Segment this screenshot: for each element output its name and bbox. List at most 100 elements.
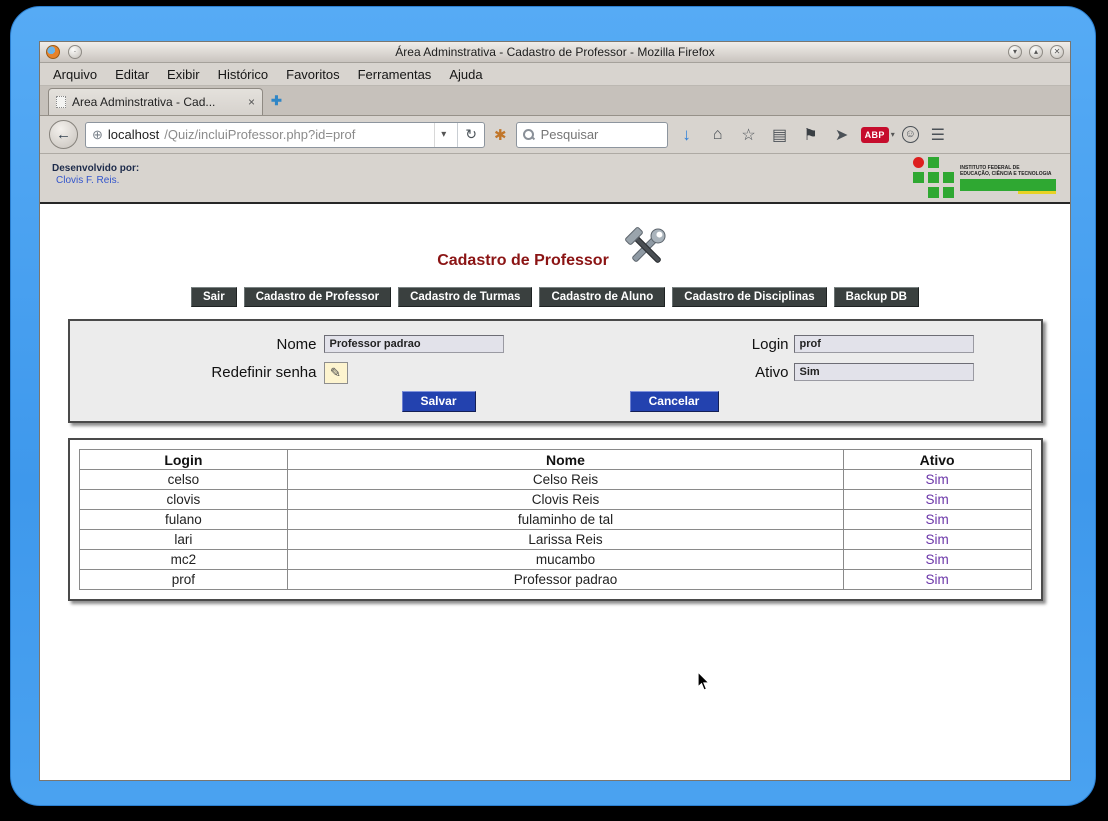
tools-icon	[624, 227, 666, 263]
nome-label: Nome	[276, 336, 317, 353]
cell-ativo-link[interactable]: Sim	[842, 489, 1032, 510]
salvar-button[interactable]: Salvar	[401, 391, 476, 412]
cell-login: fulano	[78, 509, 289, 530]
cell-nome: Celso Reis	[287, 469, 844, 490]
page-content: Cadastro de Professor Sair Cadastro de P…	[40, 204, 1070, 780]
professor-table-panel: Login Nome Ativo celso Celso Reis Sim cl…	[67, 438, 1043, 601]
nav-cadastro-turmas-button[interactable]: Cadastro de Turmas	[398, 287, 533, 307]
feedback-smiley-icon[interactable]: ☺	[901, 126, 919, 143]
adblock-badge[interactable]: ABP	[860, 126, 889, 143]
professor-table: Login Nome Ativo celso Celso Reis Sim cl…	[78, 449, 1032, 590]
cell-login: prof	[78, 569, 289, 590]
menu-historico[interactable]: Histórico	[209, 65, 278, 84]
cell-ativo-link[interactable]: Sim	[842, 469, 1032, 490]
ativo-input[interactable]	[793, 363, 974, 381]
pocket-icon[interactable]: ⚑	[799, 125, 823, 145]
tab-bar: Area Adminstrativa - Cad... × ✚	[40, 86, 1070, 116]
developed-by-label: Desenvolvido por:	[52, 163, 140, 174]
cell-ativo-link[interactable]: Sim	[842, 509, 1032, 530]
window-titlebar[interactable]: Área Adminstrativa - Cadastro de Profess…	[40, 42, 1070, 63]
cell-nome: mucambo	[287, 549, 844, 570]
adblock-button[interactable]: ABP ▾	[860, 126, 895, 143]
browser-window: Área Adminstrativa - Cadastro de Profess…	[39, 41, 1071, 781]
institute-logo: INSTITUTO FEDERAL DE EDUCAÇÃO, CIÊNCIA E…	[913, 157, 1056, 199]
url-host: localhost	[107, 127, 160, 142]
menu-bar: Arquivo Editar Exibir Histórico Favorito…	[40, 63, 1070, 86]
bookmarks-star-icon[interactable]: ☆	[737, 125, 761, 145]
page-header: Desenvolvido por: Clovis F. Reis. INSTIT…	[40, 154, 1070, 204]
login-input[interactable]	[793, 335, 974, 353]
menu-favoritos[interactable]: Favoritos	[277, 65, 348, 84]
adblock-caret-icon[interactable]: ▾	[891, 130, 895, 139]
close-button[interactable]: ✕	[1050, 45, 1064, 59]
header-login: Login	[78, 449, 289, 470]
url-dropdown-icon[interactable]: ▾	[434, 122, 452, 147]
tab-label: Area Adminstrativa - Cad...	[72, 95, 216, 109]
nav-cadastro-aluno-button[interactable]: Cadastro de Aluno	[539, 287, 666, 307]
firefox-icon	[46, 45, 60, 59]
bookmark-star-icon[interactable]: ✱	[492, 126, 509, 144]
cell-ativo-link[interactable]: Sim	[842, 569, 1032, 590]
page-title: Cadastro de Professor	[437, 252, 609, 269]
search-icon[interactable]	[522, 129, 534, 140]
site-identity-icon[interactable]: ⊕	[92, 127, 103, 143]
navigation-toolbar: ← ⊕ localhost /Quiz/incluiProfessor.php?…	[40, 116, 1070, 154]
search-input[interactable]	[538, 126, 661, 143]
cell-login: celso	[78, 469, 289, 490]
tab-close-icon[interactable]: ×	[248, 96, 255, 108]
cell-ativo-link[interactable]: Sim	[842, 529, 1032, 550]
header-ativo: Ativo	[842, 449, 1032, 470]
home-icon[interactable]: ⌂	[706, 126, 730, 144]
menu-exibir[interactable]: Exibir	[158, 65, 209, 84]
downloads-icon[interactable]: ↓	[675, 125, 699, 145]
table-header-row: Login Nome Ativo	[78, 449, 1032, 470]
developer-link[interactable]: Clovis F. Reis.	[56, 175, 119, 186]
cell-login: clovis	[78, 489, 289, 510]
professor-form: Nome Login Redefinir senha ✎ Ativo Salva…	[67, 319, 1043, 423]
ativo-label: Ativo	[755, 364, 789, 381]
send-tab-icon[interactable]: ➤	[830, 125, 854, 145]
window-menu-button[interactable]: ·	[68, 45, 82, 59]
reload-icon[interactable]: ↻	[457, 122, 484, 147]
menu-arquivo[interactable]: Arquivo	[44, 65, 106, 84]
cell-ativo-link[interactable]: Sim	[842, 549, 1032, 570]
menu-editar[interactable]: Editar	[106, 65, 158, 84]
tab-favicon-icon	[56, 96, 66, 108]
minimize-button[interactable]: ▾	[1008, 45, 1022, 59]
menu-ferramentas[interactable]: Ferramentas	[349, 65, 441, 84]
logo-text-line2: EDUCAÇÃO, CIÊNCIA E TECNOLOGIA	[960, 171, 1052, 177]
cell-login: mc2	[78, 549, 289, 570]
window-title: Área Adminstrativa - Cadastro de Profess…	[395, 45, 715, 59]
login-label: Login	[751, 336, 789, 353]
maximize-button[interactable]: ▴	[1029, 45, 1043, 59]
tab-active[interactable]: Area Adminstrativa - Cad... ×	[48, 88, 263, 115]
library-icon[interactable]: ▤	[768, 125, 792, 145]
table-row: mc2 mucambo Sim	[78, 549, 1032, 570]
cell-nome: Clovis Reis	[287, 489, 844, 510]
nav-sair-button[interactable]: Sair	[190, 287, 237, 307]
nav-cadastro-professor-button[interactable]: Cadastro de Professor	[243, 287, 392, 307]
new-tab-button[interactable]: ✚	[271, 93, 282, 115]
menu-ajuda[interactable]: Ajuda	[440, 65, 491, 84]
cell-nome: Larissa Reis	[287, 529, 844, 550]
cancelar-button[interactable]: Cancelar	[629, 391, 719, 412]
table-row: celso Celso Reis Sim	[78, 469, 1032, 490]
logo-green-bar	[960, 179, 1056, 194]
back-button[interactable]: ←	[49, 120, 78, 149]
nav-backup-db-button[interactable]: Backup DB	[833, 287, 919, 307]
redefinir-senha-icon[interactable]: ✎	[323, 362, 348, 384]
nome-input[interactable]	[323, 335, 504, 353]
nav-cadastro-disciplinas-button[interactable]: Cadastro de Disciplinas	[672, 287, 827, 307]
cell-login: lari	[78, 529, 289, 550]
redefinir-senha-label: Redefinir senha	[211, 364, 317, 381]
institute-logo-icon	[913, 157, 955, 199]
mouse-cursor	[697, 671, 711, 691]
header-nome: Nome	[287, 449, 844, 470]
cell-nome: Professor padrao	[287, 569, 844, 590]
desktop-frame: Área Adminstrativa - Cadastro de Profess…	[10, 6, 1096, 806]
hamburger-menu-icon[interactable]: ☰	[926, 125, 950, 145]
url-bar[interactable]: ⊕ localhost /Quiz/incluiProfessor.php?id…	[85, 121, 485, 148]
table-row: prof Professor padrao Sim	[78, 569, 1032, 590]
table-row: lari Larissa Reis Sim	[78, 529, 1032, 550]
search-bar[interactable]	[515, 121, 668, 148]
